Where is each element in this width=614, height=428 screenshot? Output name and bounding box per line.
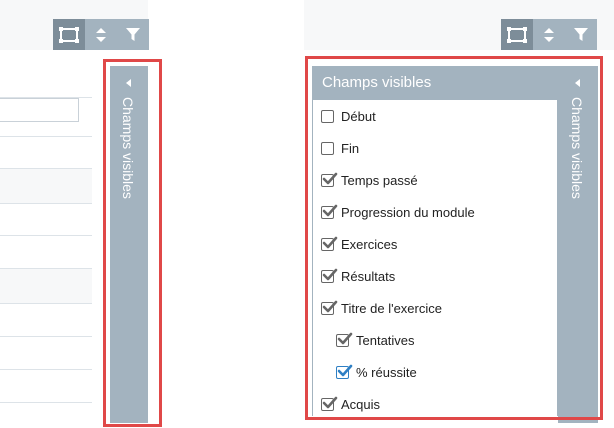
checkbox-checked[interactable] bbox=[321, 172, 338, 187]
field-item[interactable]: Exercices bbox=[321, 228, 397, 260]
sort-icon bbox=[544, 27, 554, 42]
checkbox-unchecked[interactable] bbox=[321, 141, 334, 155]
table-row bbox=[0, 106, 92, 137]
columns-button[interactable] bbox=[501, 19, 533, 50]
checkbox-unchecked[interactable] bbox=[321, 109, 334, 123]
field-item-label: Temps passé bbox=[341, 172, 418, 188]
field-item[interactable]: Titre de l'exercice bbox=[321, 292, 442, 324]
left-view-collapsed: Champs visibles bbox=[0, 0, 149, 428]
table-row bbox=[0, 337, 92, 370]
filter-icon bbox=[574, 27, 588, 41]
check-icon bbox=[337, 332, 353, 344]
columns-icon bbox=[59, 26, 79, 43]
table-row bbox=[0, 137, 92, 169]
field-item-label: Début bbox=[341, 108, 376, 124]
collapsed-tab-label: Champs visibles bbox=[120, 97, 136, 199]
expand-arrow-icon[interactable] bbox=[126, 79, 131, 87]
check-icon bbox=[322, 172, 338, 184]
visible-fields-panel: Champs visibles Début Fin Temps passé Progr… bbox=[312, 66, 558, 416]
field-item[interactable]: Temps passé bbox=[321, 164, 418, 196]
checkbox-checked[interactable] bbox=[336, 364, 353, 379]
sort-button[interactable] bbox=[85, 19, 117, 50]
table-row bbox=[0, 169, 92, 204]
field-item[interactable]: Progression du module bbox=[321, 196, 475, 228]
toolbar bbox=[501, 19, 597, 50]
check-icon bbox=[337, 364, 353, 376]
field-item[interactable]: Acquis bbox=[321, 388, 380, 420]
checkbox-checked[interactable] bbox=[321, 268, 338, 283]
sort-button[interactable] bbox=[533, 19, 565, 50]
right-view-expanded: Champs visibles Début Fin Temps passé Progr… bbox=[304, 0, 614, 428]
tab-label: Champs visibles bbox=[569, 97, 585, 199]
collapse-arrow-icon[interactable] bbox=[575, 79, 580, 87]
columns-icon bbox=[507, 26, 527, 43]
checkbox-checked[interactable] bbox=[321, 396, 338, 411]
field-item-label: Acquis bbox=[341, 396, 381, 412]
table-row bbox=[0, 236, 92, 269]
check-icon bbox=[322, 300, 338, 312]
field-item[interactable]: Fin bbox=[321, 132, 359, 164]
checkbox-checked[interactable] bbox=[321, 300, 338, 315]
field-item-label: Tentatives bbox=[356, 332, 415, 348]
visible-fields-tab[interactable]: Champs visibles bbox=[558, 66, 598, 423]
checkbox-checked[interactable] bbox=[336, 332, 353, 347]
field-item-label: Progression du module bbox=[341, 204, 475, 220]
filter-button[interactable] bbox=[117, 19, 149, 50]
columns-button[interactable] bbox=[53, 19, 85, 50]
field-item-label: Exercices bbox=[341, 236, 398, 252]
field-item-label: Résultats bbox=[341, 268, 396, 284]
check-icon bbox=[322, 236, 338, 248]
table-row bbox=[0, 304, 92, 337]
table-row bbox=[0, 269, 92, 304]
field-item[interactable]: Tentatives bbox=[336, 324, 415, 356]
filter-icon bbox=[126, 27, 140, 41]
field-item-label: % réussite bbox=[356, 364, 417, 380]
table-row bbox=[0, 204, 92, 236]
filter-button[interactable] bbox=[565, 19, 597, 50]
field-item[interactable]: Début bbox=[321, 100, 376, 132]
field-item-label: Fin bbox=[341, 140, 360, 156]
check-icon bbox=[322, 268, 338, 280]
checkbox-checked[interactable] bbox=[321, 236, 338, 251]
toolbar bbox=[53, 19, 149, 50]
table-row bbox=[0, 370, 92, 403]
sort-icon bbox=[96, 27, 106, 42]
panel-title: Champs visibles bbox=[313, 66, 558, 100]
checkbox-checked[interactable] bbox=[321, 204, 338, 219]
visible-fields-collapsed-tab[interactable]: Champs visibles bbox=[110, 66, 148, 423]
field-item[interactable]: Résultats bbox=[321, 260, 395, 292]
check-icon bbox=[322, 204, 338, 216]
check-icon bbox=[322, 396, 338, 408]
table-row bbox=[0, 66, 92, 98]
field-item-label: Titre de l'exercice bbox=[341, 300, 442, 316]
field-item[interactable]: % réussite bbox=[336, 356, 417, 388]
